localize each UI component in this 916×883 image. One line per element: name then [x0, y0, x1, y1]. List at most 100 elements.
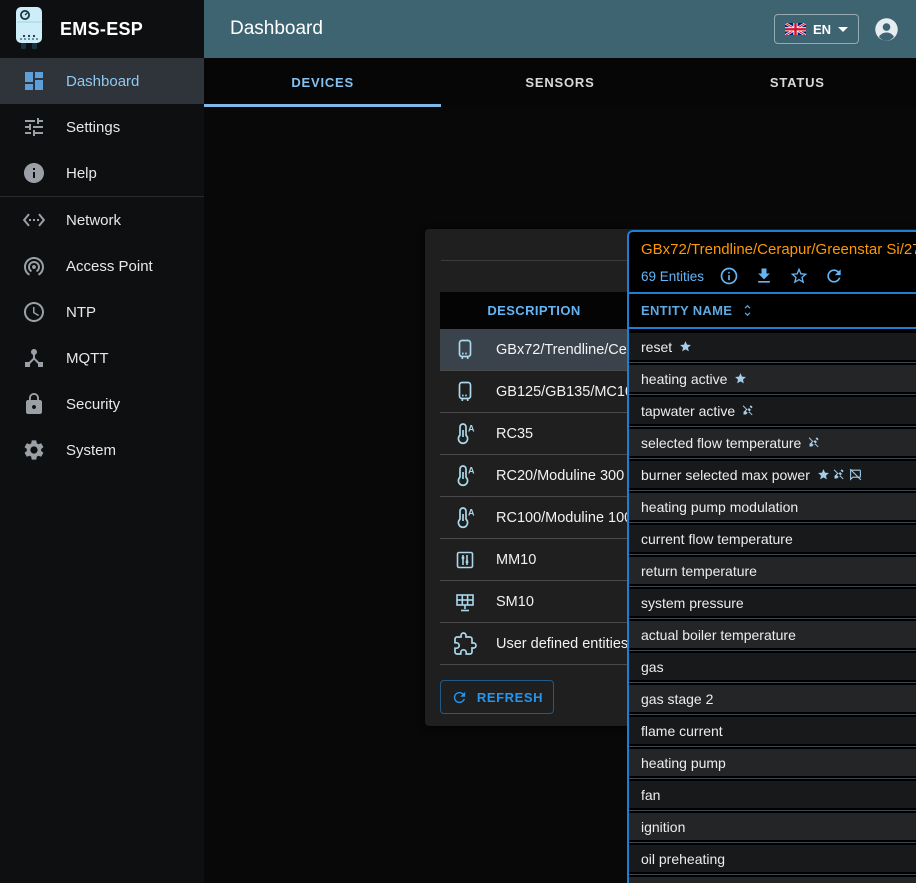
entity-name-column-header[interactable]: ENTITY NAME — [641, 303, 755, 318]
svg-text:A: A — [468, 507, 475, 517]
comment-off-icon — [849, 468, 862, 481]
page-title: Dashboard — [230, 18, 323, 40]
sidebar-item[interactable]: Network — [0, 197, 204, 243]
entity-row[interactable]: heating pump off — [629, 749, 916, 776]
sidebar-item[interactable]: MQTT — [0, 335, 204, 381]
refresh-icon[interactable] — [824, 266, 844, 286]
entity-name: ignition — [641, 819, 685, 835]
entity-row[interactable]: heating active off — [629, 365, 916, 392]
entity-row[interactable]: tapwater active off — [629, 397, 916, 424]
sidebar-item[interactable]: System — [0, 427, 204, 473]
entity-table-header: ENTITY NAME VALUE — [629, 292, 916, 329]
device-row[interactable]: GBx72/Trendline/Cerapur/Greenstar Si/27i — [440, 329, 628, 371]
user-avatar[interactable] — [873, 16, 900, 43]
sidebar-item[interactable]: Help — [0, 150, 204, 196]
language-selector[interactable]: EN — [774, 14, 859, 44]
entity-name: flame current — [641, 723, 723, 739]
entity-name: selected flow temperature — [641, 435, 801, 451]
device-name: SM10 — [496, 594, 534, 610]
download-icon[interactable] — [754, 266, 774, 286]
panel-divider — [441, 260, 627, 261]
sidebar-item-label: Dashboard — [66, 73, 139, 90]
tab[interactable]: DEVICES — [204, 58, 441, 107]
brand: EMS-ESP — [0, 0, 204, 58]
device-row[interactable]: A RC100/Moduline 1000 — [440, 497, 628, 539]
sidebar-item[interactable]: Security — [0, 381, 204, 427]
device-table: GBx72/Trendline/Cerapur/Greenstar Si/27i… — [440, 329, 628, 665]
brand-title: EMS-ESP — [60, 19, 143, 40]
star-icon — [734, 372, 747, 385]
entity-flags — [817, 468, 862, 481]
device-row[interactable]: A RC20/Moduline 300 — [440, 455, 628, 497]
entity-count: 69 Entities — [641, 269, 704, 284]
entity-row[interactable]: heating activated on — [629, 877, 916, 883]
sidebar-nav: Dashboard Settings Help Network — [0, 58, 204, 473]
lock-icon — [22, 392, 46, 416]
refresh-label: REFRESH — [477, 690, 543, 705]
device-row[interactable]: SM10 — [440, 581, 628, 623]
refresh-button[interactable]: REFRESH — [440, 680, 554, 714]
device-row[interactable]: GB125/GB135/MC10 — [440, 371, 628, 413]
entity-row[interactable]: burner selected max power 0 % — [629, 461, 916, 488]
entity-row[interactable]: oil preheating off — [629, 845, 916, 872]
device-name: RC35 — [496, 426, 533, 442]
sidebar-item[interactable]: Dashboard — [0, 58, 204, 104]
hub-icon — [22, 346, 46, 370]
entity-name: burner selected max power — [641, 467, 810, 483]
entity-row[interactable]: ignition off — [629, 813, 916, 840]
entity-row[interactable]: gas stage 2 off — [629, 685, 916, 712]
device-name: MM10 — [496, 552, 536, 568]
entity-row[interactable]: system pressure 1,3 bar — [629, 589, 916, 616]
star-icon — [679, 340, 692, 353]
tabbar: DEVICES SENSORS STATUS — [204, 58, 916, 107]
clock-icon — [22, 300, 46, 324]
tab[interactable]: STATUS — [679, 58, 916, 107]
refresh-icon — [451, 689, 468, 706]
entity-flags — [734, 372, 747, 385]
device-row[interactable]: MM10 — [440, 539, 628, 581]
device-name: GBx72/Trendline/Cerapur/Greenstar Si/27i — [496, 342, 628, 358]
gear-icon — [22, 438, 46, 462]
entity-name: oil preheating — [641, 851, 725, 867]
thermostat-auto-icon: A — [453, 422, 477, 446]
boiler-icon — [453, 380, 477, 404]
entity-row[interactable]: gas off — [629, 653, 916, 680]
description-column-header[interactable]: DESCRIPTION — [440, 292, 628, 329]
detail-toolbar: 69 Entities — [641, 266, 916, 286]
entity-row[interactable]: current flow temperature 53,4 °C — [629, 525, 916, 552]
entity-name: tapwater active — [641, 403, 735, 419]
edit-off-icon — [742, 404, 755, 417]
edit-off-icon — [808, 436, 821, 449]
device-row[interactable]: User defined entities — [440, 623, 628, 665]
ethernet-icon — [22, 208, 46, 232]
star-icon — [817, 468, 830, 481]
entity-row[interactable]: return temperature 52,7 °C — [629, 557, 916, 584]
sidebar-item[interactable]: Access Point — [0, 243, 204, 289]
uk-flag-icon — [785, 23, 806, 36]
thermostat-auto-icon: A — [453, 506, 477, 530]
entity-flags — [742, 404, 755, 417]
entity-flags — [679, 340, 692, 353]
entity-name: reset — [641, 339, 672, 355]
entity-row[interactable]: flame current 0 µA — [629, 717, 916, 744]
device-detail-panel: GBx72/Trendline/Cerapur/Greenstar Si/27i… — [627, 230, 916, 883]
sidebar-item-label: NTP — [66, 304, 96, 321]
sidebar-item-label: Network — [66, 212, 121, 229]
sidebar-item-label: MQTT — [66, 350, 109, 367]
device-row[interactable]: A RC35 — [440, 413, 628, 455]
entity-row[interactable]: reset — [629, 333, 916, 360]
entity-row[interactable]: fan off — [629, 781, 916, 808]
entity-row[interactable]: selected flow temperature 5,0 °C — [629, 429, 916, 456]
info-icon[interactable] — [719, 266, 739, 286]
entity-name: actual boiler temperature — [641, 627, 796, 643]
sidebar-item[interactable]: NTP — [0, 289, 204, 335]
sidebar-item[interactable]: Settings — [0, 104, 204, 150]
tab-label: SENSORS — [525, 75, 594, 90]
entity-row[interactable]: heating pump modulation 0 % — [629, 493, 916, 520]
tab[interactable]: SENSORS — [441, 58, 678, 107]
star-outline-icon[interactable] — [789, 266, 809, 286]
info-icon — [22, 161, 46, 185]
entity-row[interactable]: actual boiler temperature 54,9 °C — [629, 621, 916, 648]
language-code: EN — [813, 22, 831, 37]
device-detail-title: GBx72/Trendline/Cerapur/Greenstar Si/27i — [641, 241, 916, 258]
